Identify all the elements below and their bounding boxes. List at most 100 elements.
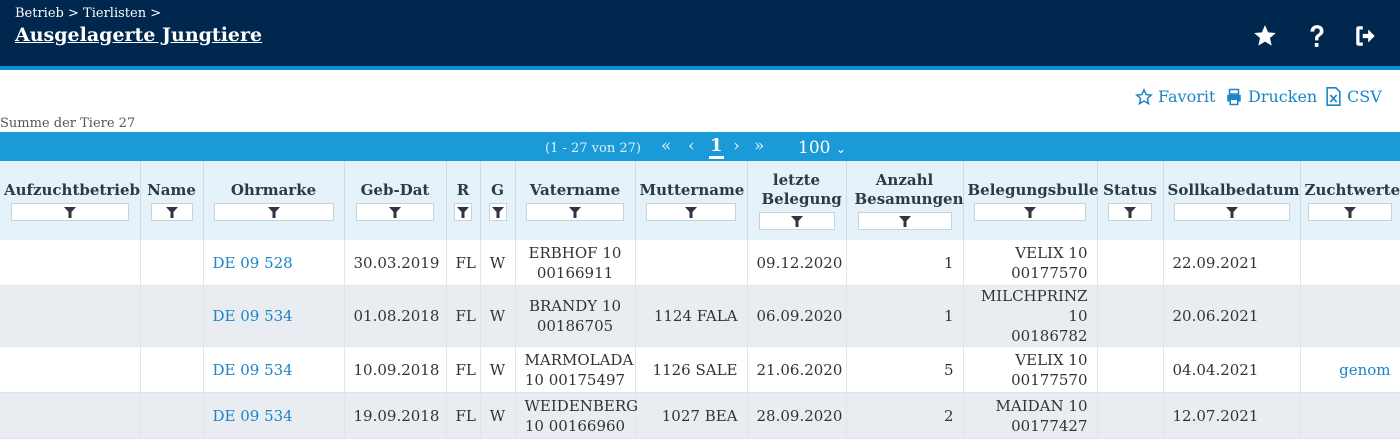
next-page-icon[interactable]: › (733, 136, 740, 156)
drucken-button[interactable]: Drucken (1225, 87, 1317, 106)
gebdat-cell: 10.09.2018 (344, 346, 447, 393)
vatername-cell: BRANDY 10 00186705 (515, 285, 636, 347)
ohrmarke-link[interactable]: DE 09 534 (203, 346, 345, 393)
zuchtwerte-link[interactable] (1300, 285, 1400, 347)
muttername-cell: 1124 FALA (635, 285, 748, 347)
filter-icon[interactable] (454, 202, 472, 221)
column-header[interactable]: Vatername (515, 161, 636, 240)
header-accent-line (0, 66, 1400, 70)
column-header[interactable]: letzte Belegung (747, 161, 847, 240)
vatername-cell: MARMOLADA 10 00175497 (515, 346, 636, 393)
table-row[interactable]: DE 09 534 01.08.2018 FL W BRANDY 10 00186… (0, 285, 1400, 347)
column-header[interactable]: Ohrmarke (203, 161, 345, 240)
breadcrumb: Betrieb > Tierlisten > (15, 6, 161, 21)
breadcrumb-tierlisten[interactable]: Tierlisten (83, 6, 146, 21)
zuchtwerte-link[interactable] (1300, 240, 1400, 286)
filter-icon[interactable] (1308, 202, 1392, 221)
column-header[interactable]: R (446, 161, 481, 240)
page-size-select[interactable]: 100 ⌄ (798, 138, 846, 158)
rasse-cell: FL (446, 285, 481, 347)
table-header-row: Aufzuchtbetrieb Name Ohrmarke Geb-Dat R … (0, 161, 1400, 240)
ohrmarke-link[interactable]: DE 09 528 (203, 240, 345, 286)
letzte-belegung-cell: 06.09.2020 (747, 285, 847, 347)
column-header[interactable]: Name (140, 161, 204, 240)
filter-icon[interactable] (10, 202, 129, 221)
filter-icon[interactable] (646, 202, 736, 221)
vatername-cell: ERBHOF 10 00166911 (515, 240, 636, 286)
page-title: Ausgelagerte Jungtiere (15, 24, 263, 46)
gebdat-cell: 01.08.2018 (344, 285, 447, 347)
column-header[interactable]: Belegungsbulle (963, 161, 1099, 240)
filter-icon[interactable] (150, 202, 193, 221)
letzte-belegung-cell: 09.12.2020 (747, 240, 847, 286)
sollkalbedatum-cell: 20.06.2021 (1163, 285, 1301, 347)
pagination-bar: (1 - 27 von 27) « ‹ 1 › » 100 ⌄ (0, 132, 1400, 161)
help-icon[interactable] (1303, 22, 1331, 50)
column-header[interactable]: Anzahl Besamungen (846, 161, 964, 240)
filter-icon[interactable] (857, 212, 952, 230)
belegungsbulle-cell: MAIDAN 10 00177427 (963, 392, 1098, 439)
geschlecht-cell: W (480, 346, 516, 393)
filter-icon[interactable] (488, 202, 507, 221)
breadcrumb-separator: > (68, 6, 79, 21)
letzte-belegung-cell: 21.06.2020 (747, 346, 847, 393)
last-page-icon[interactable]: » (754, 136, 764, 156)
belegungsbulle-cell: VELIX 10 00177570 (963, 240, 1098, 286)
logout-icon[interactable] (1352, 22, 1380, 50)
filter-icon[interactable] (974, 202, 1086, 221)
filter-icon[interactable] (526, 202, 624, 221)
column-header[interactable]: Sollkalbedatum (1163, 161, 1301, 240)
ohrmarke-link[interactable]: DE 09 534 (203, 285, 345, 347)
filter-icon[interactable] (213, 202, 334, 221)
name-cell (140, 240, 204, 286)
anzahl-besamungen-cell: 5 (846, 346, 964, 393)
column-header[interactable]: Zuchtwerte (1300, 161, 1400, 240)
star-icon[interactable] (1251, 22, 1279, 50)
ohrmarke-link[interactable]: DE 09 534 (203, 392, 345, 439)
filter-icon[interactable] (1108, 202, 1152, 221)
favorit-label: Favorit (1158, 87, 1216, 106)
column-header[interactable]: G (480, 161, 516, 240)
favorit-button[interactable]: Favorit (1135, 87, 1215, 106)
prev-page-icon[interactable]: ‹ (688, 136, 695, 156)
csv-button[interactable]: CSV (1325, 87, 1382, 106)
aufzuchtbetrieb-cell (0, 392, 141, 439)
filter-icon[interactable] (356, 202, 434, 221)
status-cell (1097, 240, 1164, 286)
sollkalbedatum-cell: 22.09.2021 (1163, 240, 1301, 286)
animal-table: Aufzuchtbetrieb Name Ohrmarke Geb-Dat R … (0, 161, 1400, 439)
table-row[interactable]: DE 09 534 10.09.2018 FL W MARMOLADA 10 00… (0, 346, 1400, 393)
geschlecht-cell: W (480, 392, 516, 439)
column-header[interactable]: Aufzuchtbetrieb (0, 161, 141, 240)
status-cell (1097, 346, 1164, 393)
column-header[interactable]: Geb-Dat (344, 161, 447, 240)
drucken-label: Drucken (1248, 87, 1318, 106)
vatername-cell: WEIDENBERG 10 00166960 (515, 392, 638, 439)
animal-count-summary: Summe der Tiere 27 (0, 116, 136, 131)
page-size-value: 100 (798, 138, 831, 158)
csv-label: CSV (1347, 87, 1382, 106)
belegungsbulle-cell: VELIX 10 00177570 (963, 346, 1098, 393)
zuchtwerte-link[interactable]: genom (1300, 346, 1400, 393)
app-header: Betrieb > Tierlisten > Ausgelagerte Jung… (0, 0, 1400, 66)
aufzuchtbetrieb-cell (0, 346, 141, 393)
printer-icon (1227, 88, 1241, 105)
rasse-cell: FL (446, 346, 481, 393)
anzahl-besamungen-cell: 2 (846, 392, 964, 439)
table-row[interactable]: DE 09 534 19.09.2018 FL W WEIDENBERG 10 0… (0, 392, 1400, 439)
name-cell (140, 392, 204, 439)
aufzuchtbetrieb-cell (0, 285, 141, 347)
zuchtwerte-link[interactable] (1300, 392, 1400, 439)
column-header[interactable]: Muttername (635, 161, 748, 240)
muttername-cell: 1126 SALE (635, 346, 748, 393)
sollkalbedatum-cell: 04.04.2021 (1163, 346, 1301, 393)
filter-icon[interactable] (1173, 202, 1290, 221)
anzahl-besamungen-cell: 1 (846, 240, 964, 286)
filter-icon[interactable] (758, 212, 835, 230)
table-row[interactable]: DE 09 528 30.03.2019 FL W ERBHOF 10 00166… (0, 240, 1400, 286)
breadcrumb-betrieb[interactable]: Betrieb (15, 6, 64, 21)
column-header[interactable]: Status (1097, 161, 1164, 240)
pagination-range: (1 - 27 von 27) (545, 141, 641, 156)
current-page[interactable]: 1 (709, 136, 724, 159)
first-page-icon[interactable]: « (661, 136, 671, 156)
